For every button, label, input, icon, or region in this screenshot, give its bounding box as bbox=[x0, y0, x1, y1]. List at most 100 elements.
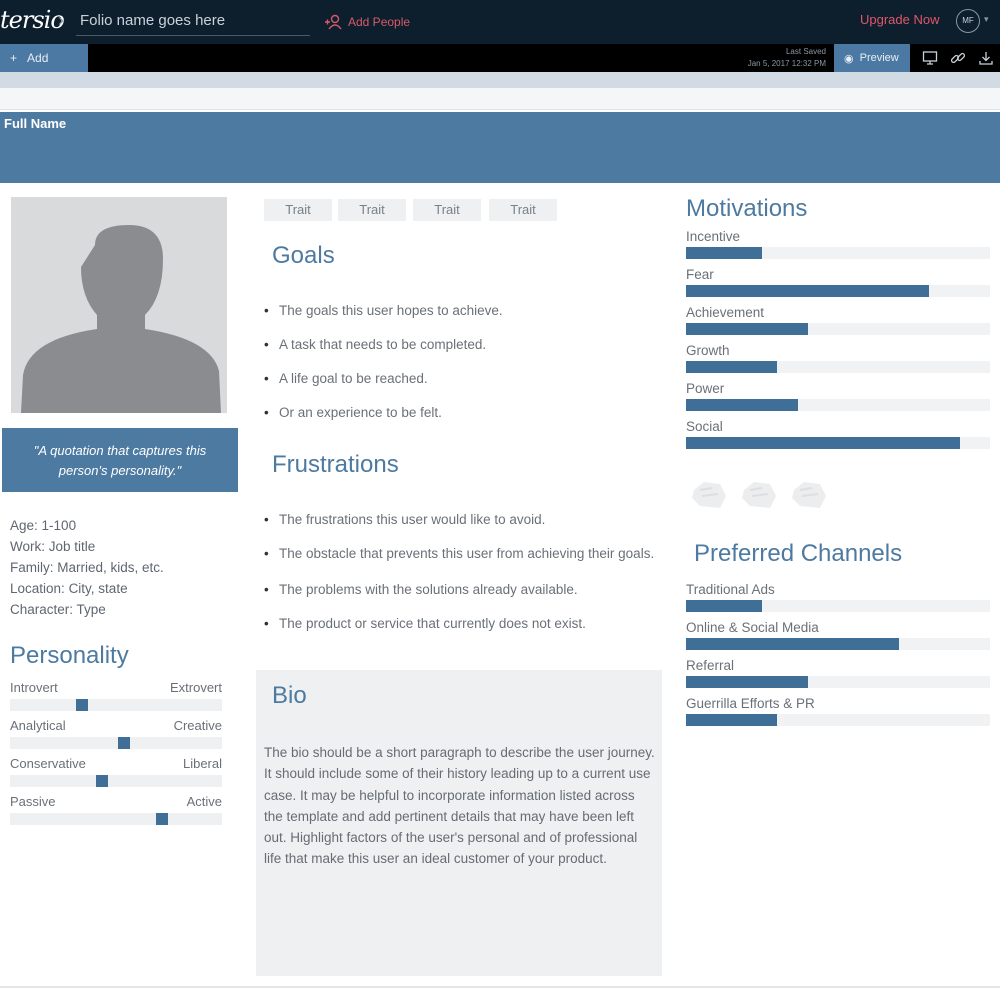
bar-fill bbox=[686, 600, 762, 612]
slider-track[interactable] bbox=[10, 813, 222, 825]
bar-track[interactable] bbox=[686, 247, 990, 259]
brand-placeholder-icon[interactable] bbox=[740, 476, 778, 512]
channel-bar: Traditional Ads bbox=[686, 582, 990, 620]
slider-track[interactable] bbox=[10, 775, 222, 787]
bar-track[interactable] bbox=[686, 437, 990, 449]
motivation-bar: Social bbox=[686, 419, 990, 457]
slider-track[interactable] bbox=[10, 737, 222, 749]
user-avatar[interactable]: MF bbox=[956, 9, 980, 33]
bar-fill bbox=[686, 285, 930, 297]
add-people-button[interactable]: Add People bbox=[324, 14, 410, 30]
bar-track[interactable] bbox=[686, 399, 990, 411]
preview-button[interactable]: ◉ Preview bbox=[834, 44, 910, 72]
bar-track[interactable] bbox=[686, 638, 990, 650]
page-bottom-rule bbox=[0, 986, 1000, 988]
channel-label: Traditional Ads bbox=[686, 582, 775, 597]
motivation-label: Achievement bbox=[686, 305, 765, 320]
slider-handle[interactable] bbox=[76, 699, 88, 711]
folio-name-input[interactable]: Folio name goes here bbox=[76, 8, 310, 36]
list-item[interactable]: The frustrations this user would like to… bbox=[264, 511, 660, 529]
slider-right-label: Liberal bbox=[182, 756, 222, 771]
link-icon[interactable] bbox=[950, 50, 966, 66]
channel-bar: Online & Social Media bbox=[686, 620, 990, 658]
monitor-icon[interactable] bbox=[922, 50, 938, 66]
brand-placeholder-icon[interactable] bbox=[790, 476, 828, 512]
download-icon[interactable] bbox=[978, 50, 994, 66]
motivation-bar: Growth bbox=[686, 343, 990, 381]
add-button-label: Add bbox=[27, 51, 49, 65]
list-item[interactable]: The product or service that currently do… bbox=[264, 615, 660, 633]
slider-handle[interactable] bbox=[156, 813, 168, 825]
last-saved-label: Last Saved bbox=[785, 47, 826, 56]
persona-quote[interactable]: "A quotation that captures this person's… bbox=[2, 428, 238, 492]
slider-handle[interactable] bbox=[118, 737, 130, 749]
bar-fill bbox=[686, 638, 899, 650]
slider-left-label: Conservative bbox=[10, 756, 86, 771]
bar-track[interactable] bbox=[686, 285, 990, 297]
persona-header: Full Name bbox=[0, 112, 1000, 183]
personality-slider-passive-active: Passive Active bbox=[10, 794, 222, 828]
toolbar: + Add Last Saved Jan 5, 2017 12:32 PM ◉ … bbox=[0, 44, 1000, 72]
list-item[interactable]: A task that needs to be completed. bbox=[264, 336, 654, 354]
canvas-margin bbox=[0, 88, 1000, 110]
trait-tag[interactable]: Trait bbox=[413, 199, 481, 221]
add-user-icon bbox=[325, 14, 342, 30]
list-item[interactable]: A life goal to be reached. bbox=[264, 370, 654, 388]
personality-slider-conservative-liberal: Conservative Liberal bbox=[10, 756, 222, 790]
channel-label: Online & Social Media bbox=[686, 620, 819, 635]
last-saved-status: Last Saved Jan 5, 2017 12:32 PM bbox=[726, 46, 826, 70]
app-logo[interactable]: tersio bbox=[0, 6, 65, 34]
motivation-bar: Fear bbox=[686, 267, 990, 305]
motivation-label: Growth bbox=[686, 343, 730, 358]
bar-track[interactable] bbox=[686, 323, 990, 335]
demographic-family[interactable]: Family: Married, kids, etc. bbox=[10, 557, 164, 578]
demographic-age[interactable]: Age: 1-100 bbox=[10, 515, 164, 536]
channel-label: Referral bbox=[686, 658, 735, 673]
motivation-bar: Power bbox=[686, 381, 990, 419]
list-item[interactable]: The obstacle that prevents this user fro… bbox=[264, 543, 660, 565]
bar-fill bbox=[686, 714, 778, 726]
slider-right-label: Extrovert bbox=[169, 680, 222, 695]
preferred-channels-title: Preferred Channels bbox=[694, 540, 903, 567]
slider-handle[interactable] bbox=[96, 775, 108, 787]
bar-track[interactable] bbox=[686, 361, 990, 373]
bar-fill bbox=[686, 323, 808, 335]
last-saved-value: Jan 5, 2017 12:32 PM bbox=[747, 59, 826, 68]
eye-icon: ◉ bbox=[844, 52, 854, 65]
motivation-label: Incentive bbox=[686, 229, 741, 244]
demographic-location[interactable]: Location: City, state bbox=[10, 578, 164, 599]
frustrations-list: The frustrations this user would like to… bbox=[264, 511, 660, 633]
add-button[interactable]: + Add bbox=[0, 44, 88, 72]
frustrations-title: Frustrations bbox=[272, 451, 399, 478]
bar-fill bbox=[686, 437, 960, 449]
demographic-work[interactable]: Work: Job title bbox=[10, 536, 164, 557]
bar-fill bbox=[686, 361, 778, 373]
chevron-down-icon[interactable]: ▾ bbox=[984, 14, 989, 25]
demographic-character[interactable]: Character: Type bbox=[10, 599, 164, 620]
trait-tag[interactable]: Trait bbox=[338, 199, 406, 221]
list-item[interactable]: The problems with the solutions already … bbox=[264, 581, 660, 599]
list-item[interactable]: The goals this user hopes to achieve. bbox=[264, 302, 654, 320]
trait-tag[interactable]: Trait bbox=[264, 199, 332, 221]
persona-full-name[interactable]: Full Name bbox=[4, 116, 66, 131]
bar-track[interactable] bbox=[686, 714, 990, 726]
personality-slider-introvert-extrovert: Introvert Extrovert bbox=[10, 680, 222, 714]
trait-tag[interactable]: Trait bbox=[489, 199, 557, 221]
person-silhouette-icon bbox=[21, 225, 221, 413]
bar-track[interactable] bbox=[686, 600, 990, 612]
bar-track[interactable] bbox=[686, 676, 990, 688]
persona-photo[interactable] bbox=[11, 197, 227, 413]
slider-track[interactable] bbox=[10, 699, 222, 711]
list-item[interactable]: Or an experience to be felt. bbox=[264, 404, 654, 422]
slider-right-label: Active bbox=[186, 794, 222, 809]
channel-label: Guerrilla Efforts & PR bbox=[686, 696, 815, 711]
brand-placeholder-icon[interactable] bbox=[690, 476, 728, 512]
bio-title: Bio bbox=[272, 682, 307, 709]
upgrade-now-link[interactable]: Upgrade Now bbox=[860, 12, 940, 27]
bar-fill bbox=[686, 399, 799, 411]
bio-text[interactable]: The bio should be a short paragraph to d… bbox=[264, 742, 656, 870]
channel-bar: Guerrilla Efforts & PR bbox=[686, 696, 990, 734]
bar-fill bbox=[686, 247, 762, 259]
bar-fill bbox=[686, 676, 808, 688]
demographics-list: Age: 1-100 Work: Job title Family: Marri… bbox=[10, 515, 164, 620]
